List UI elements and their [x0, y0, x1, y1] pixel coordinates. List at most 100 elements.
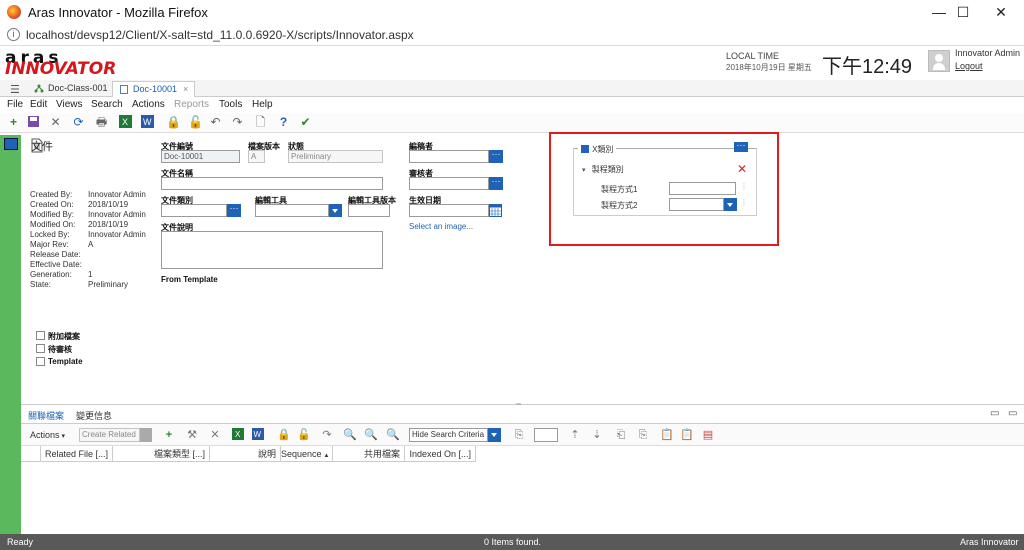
unlock-icon[interactable]: 🔓: [188, 115, 203, 130]
paste-special-icon[interactable]: 📋: [680, 428, 694, 442]
column-indexed-on[interactable]: Indexed On [...]: [405, 446, 476, 462]
redo-icon[interactable]: ↷: [320, 428, 334, 442]
menu-search[interactable]: Search: [91, 99, 123, 110]
state-field[interactable]: Preliminary: [288, 150, 383, 163]
undo-icon[interactable]: ↶: [208, 115, 223, 130]
close-window-button[interactable]: ✕: [978, 0, 1024, 24]
paste-icon[interactable]: ⎘: [636, 428, 650, 442]
clear-search-icon[interactable]: 🔍: [364, 428, 378, 442]
clipboard-icon[interactable]: 📋: [660, 428, 674, 442]
report-icon[interactable]: ▤: [701, 428, 715, 442]
unlock-row-icon[interactable]: 🔓: [297, 428, 311, 442]
create-related-select[interactable]: Create Related: [79, 428, 140, 442]
delete-row-icon[interactable]: ✕: [208, 428, 222, 442]
calendar-icon[interactable]: [489, 204, 502, 217]
close-tab-icon[interactable]: ×: [183, 84, 188, 94]
meta-value: 2018/10/19: [88, 200, 129, 209]
pick-related-icon[interactable]: ⚒: [185, 428, 199, 442]
page-input[interactable]: [534, 428, 558, 442]
menu-reports[interactable]: Reports: [174, 99, 209, 110]
lock-row-icon[interactable]: 🔒: [277, 428, 291, 442]
export-word-icon[interactable]: W: [251, 428, 265, 442]
class-field[interactable]: [161, 204, 227, 217]
desc-textarea[interactable]: [161, 231, 383, 269]
xclass-field1-label: 製程方式1: [601, 185, 638, 194]
effective-date-field[interactable]: [409, 204, 489, 217]
export-excel-icon[interactable]: X: [231, 428, 245, 442]
reviewer-lookup-button[interactable]: ···: [489, 177, 503, 190]
drag-handle-icon-2[interactable]: ⋮: [740, 198, 748, 207]
new-doc-icon[interactable]: 🗋: [253, 115, 268, 130]
rev-field[interactable]: A: [248, 150, 265, 163]
tab-doc-class-001[interactable]: Doc-Class-001: [28, 81, 114, 97]
doc-no-field[interactable]: Doc-10001: [161, 150, 240, 163]
word-icon[interactable]: W: [140, 115, 155, 130]
name-field[interactable]: [161, 177, 383, 190]
menu-file[interactable]: File: [7, 99, 23, 110]
url-bar[interactable]: i localhost/devsp12/Client/X-salt=std_11…: [0, 24, 1024, 46]
menu-tools[interactable]: Tools: [219, 99, 242, 110]
tool-select[interactable]: [255, 204, 329, 217]
site-info-icon[interactable]: i: [7, 28, 20, 41]
column-description[interactable]: 說明: [210, 446, 281, 462]
tool-version-field[interactable]: [348, 204, 390, 217]
menu-edit[interactable]: Edit: [30, 99, 47, 110]
xclass-field2-select[interactable]: [669, 198, 724, 211]
grid-body[interactable]: [21, 462, 1024, 534]
page-first-icon[interactable]: ⎘: [512, 428, 526, 442]
url-text[interactable]: localhost/devsp12/Client/X-salt=std_11.0…: [26, 28, 414, 42]
xclass-lookup-button[interactable]: ···: [734, 141, 748, 152]
hamburger-menu-icon[interactable]: ☰: [10, 83, 20, 96]
checkbox-attachment-label: 附加檔案: [48, 332, 80, 341]
actions-dropdown[interactable]: Actions ▾: [30, 430, 65, 440]
xclass-group-toggle[interactable]: ▾ 製程類別: [582, 164, 624, 175]
maximize-pane-icon[interactable]: ▭: [990, 408, 999, 419]
tab-doc-10001[interactable]: Doc-10001 ×: [112, 81, 196, 97]
remove-class-icon[interactable]: ✕: [737, 162, 747, 176]
search-mode-dropdown-icon[interactable]: [488, 428, 501, 442]
select-image-link[interactable]: Select an image...: [409, 222, 473, 231]
copy-icon[interactable]: ⎗: [614, 428, 628, 442]
drag-handle-icon[interactable]: ⋮: [740, 182, 748, 191]
help-icon[interactable]: ?: [276, 115, 291, 130]
done-icon[interactable]: ✔: [298, 115, 313, 130]
checkbox-template[interactable]: [36, 357, 45, 366]
search-mode-select[interactable]: Hide Search Criteria: [409, 428, 488, 442]
refresh-icon[interactable]: ⟳: [71, 115, 86, 130]
class-lookup-button[interactable]: ···: [227, 204, 241, 217]
splitter[interactable]: [21, 404, 1024, 405]
tool-dropdown-icon[interactable]: [329, 204, 342, 217]
editor-field[interactable]: [409, 150, 489, 163]
menu-actions[interactable]: Actions: [132, 99, 165, 110]
logout-link[interactable]: Logout: [955, 61, 983, 71]
run-search-icon[interactable]: 🔍: [343, 428, 357, 442]
lock-icon[interactable]: 🔒: [166, 115, 181, 130]
reviewer-field[interactable]: [409, 177, 489, 190]
search-options-icon[interactable]: 🔍: [386, 428, 400, 442]
tab-change-info[interactable]: 變更信息: [76, 409, 112, 422]
column-sequence[interactable]: Sequence ▲: [281, 446, 333, 462]
checkbox-pending-review[interactable]: [36, 344, 45, 353]
menu-views[interactable]: Views: [56, 99, 83, 110]
svg-text:W: W: [254, 430, 262, 439]
column-shared-file[interactable]: 共用檔案: [333, 446, 405, 462]
column-file-type[interactable]: 檔案類型 [...]: [113, 446, 210, 462]
add-row-icon[interactable]: +: [162, 428, 176, 442]
collapse-pane-icon[interactable]: ▭: [1008, 408, 1017, 419]
sort-up-icon[interactable]: ⇡: [568, 428, 582, 442]
excel-icon[interactable]: X: [118, 115, 133, 130]
xclass-field2-dropdown-icon[interactable]: [724, 198, 737, 211]
print-icon[interactable]: 🖶: [94, 115, 109, 130]
xclass-field1-input[interactable]: [669, 182, 736, 195]
checkbox-attachment[interactable]: [36, 331, 45, 340]
sort-down-icon[interactable]: ⇣: [590, 428, 604, 442]
editor-lookup-button[interactable]: ···: [489, 150, 503, 163]
menu-help[interactable]: Help: [252, 99, 273, 110]
form-view-icon[interactable]: [4, 138, 18, 150]
save-icon[interactable]: [26, 115, 41, 130]
create-related-dropdown-icon[interactable]: [140, 428, 152, 442]
version-icon[interactable]: ↷: [230, 115, 245, 130]
new-item-icon[interactable]: +: [6, 115, 21, 130]
delete-icon[interactable]: ✕: [48, 115, 63, 130]
column-related-file[interactable]: Related File [...]: [41, 446, 113, 462]
